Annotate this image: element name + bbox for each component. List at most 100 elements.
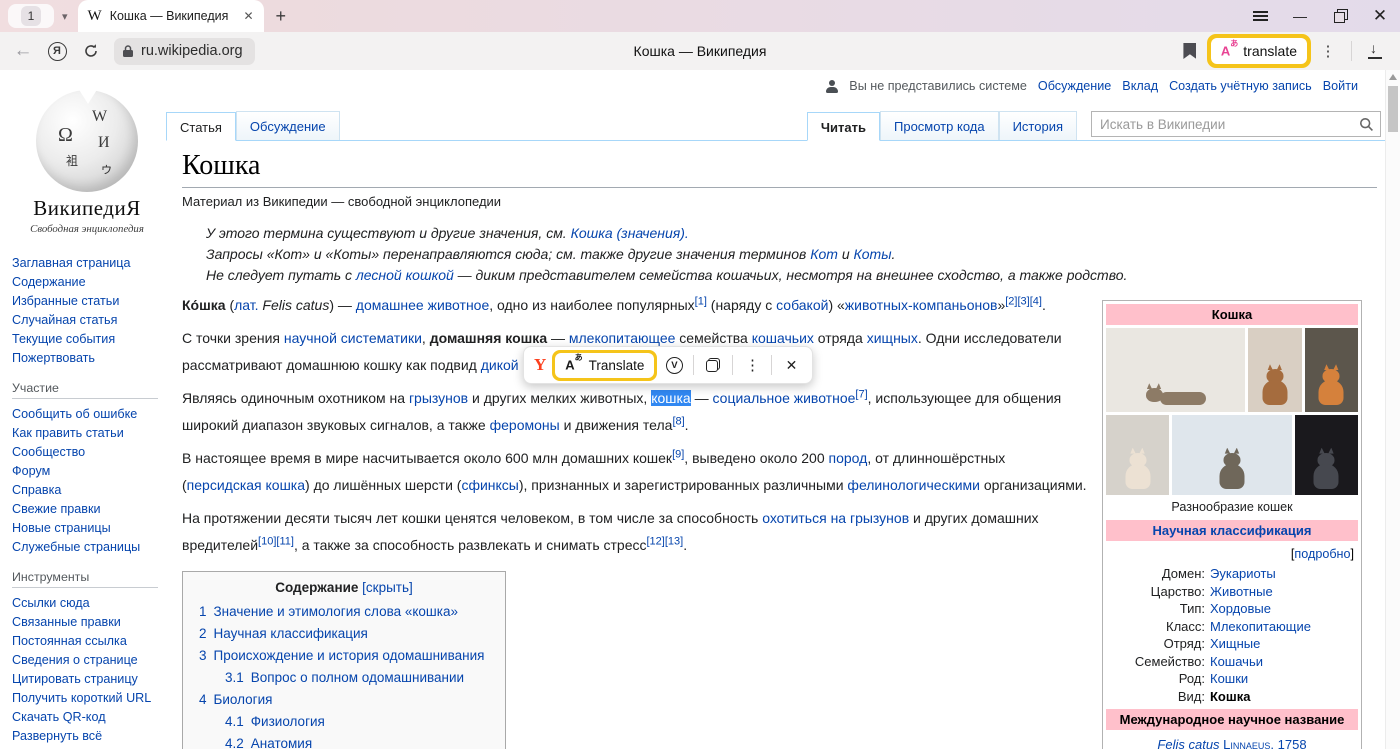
reference-link[interactable]: [1] xyxy=(695,295,707,307)
sidebar-link[interactable]: Избранные статьи xyxy=(12,295,156,308)
classification-link[interactable]: Кошки xyxy=(1210,670,1248,688)
personal-link-talk[interactable]: Обсуждение xyxy=(1038,79,1111,93)
tab-read[interactable]: Читать xyxy=(807,112,880,141)
yandex-browser-icon[interactable]: Я xyxy=(40,36,74,66)
article-link[interactable]: Коты xyxy=(854,246,892,262)
search-icon[interactable] xyxy=(1359,117,1374,132)
toc-item[interactable]: 4.1Физиология xyxy=(199,711,489,733)
article-link[interactable]: фелинологическими xyxy=(847,477,980,493)
sidebar-link[interactable]: Пожертвовать xyxy=(12,352,156,365)
sidebar-link[interactable]: Текущие события xyxy=(12,333,156,346)
article-link[interactable]: социальное животное xyxy=(713,390,856,406)
article-link[interactable]: охотиться на грызунов xyxy=(762,510,909,526)
toolbar-translate-button[interactable]: Aあ translate xyxy=(1211,38,1307,64)
sidebar-link[interactable]: Форум xyxy=(12,465,156,478)
classification-link[interactable]: Хищные xyxy=(1210,635,1260,653)
grey-cat-dark-photo[interactable] xyxy=(1295,415,1358,495)
toolbar-more-dots-icon[interactable]: ⋮ xyxy=(1311,36,1345,66)
article-link[interactable]: кошачьих xyxy=(752,330,814,346)
sidebar-link[interactable]: Сообщить об ошибке xyxy=(12,408,156,421)
download-icon[interactable] xyxy=(1358,36,1392,66)
sidebar-link[interactable]: Новые страницы xyxy=(12,522,156,535)
article-link[interactable]: хищных xyxy=(867,330,918,346)
window-close-button[interactable]: ✕ xyxy=(1360,0,1400,32)
sidebar-link[interactable]: Получить короткий URL xyxy=(12,692,156,705)
reference-link[interactable]: [7] xyxy=(855,388,867,400)
tab-view-source[interactable]: Просмотр кода xyxy=(880,111,999,140)
tabby-cat-snow-photo[interactable] xyxy=(1172,415,1292,495)
classification-header[interactable]: Научная классификация xyxy=(1106,520,1358,541)
article-link[interactable]: сфинксы xyxy=(461,477,518,493)
tab-discussion[interactable]: Обсуждение xyxy=(236,111,340,140)
article-link[interactable]: собакой xyxy=(776,297,828,313)
tabby-cat-lying-photo[interactable] xyxy=(1106,328,1245,412)
bookmark-icon[interactable] xyxy=(1173,36,1207,66)
toc-item[interactable]: 3Происхождение и история одомашнивания xyxy=(199,645,489,667)
article-link[interactable]: . xyxy=(685,225,689,241)
popup-close-icon[interactable]: ✕ xyxy=(778,352,804,378)
copy-icon[interactable] xyxy=(700,352,726,378)
popup-translate-button[interactable]: Aあ Translate xyxy=(555,353,654,378)
article-link[interactable]: лесной кошкой xyxy=(356,267,454,283)
sidebar-link[interactable]: Ссылки сюда xyxy=(12,597,156,610)
sidebar-link[interactable]: Сведения о странице xyxy=(12,654,156,667)
reference-link[interactable]: [8] xyxy=(672,415,684,427)
article-link[interactable]: пород xyxy=(829,450,868,466)
reference-link[interactable]: [10][11] xyxy=(258,535,294,547)
scrollbar-thumb[interactable] xyxy=(1388,86,1398,132)
toc-item[interactable]: 3.1Вопрос о полном одомашнивании xyxy=(199,667,489,689)
sidebar-link[interactable]: Сообщество xyxy=(12,446,156,459)
classification-link[interactable]: Кошачьи xyxy=(1210,653,1263,671)
browser-tab-active[interactable]: W Кошка — Википедия ✕ xyxy=(78,0,264,32)
sidebar-link[interactable]: Содержание xyxy=(12,276,156,289)
sidebar-link[interactable]: Цитировать страницу xyxy=(12,673,156,686)
sidebar-link[interactable]: Свежие правки xyxy=(12,503,156,516)
toc-item[interactable]: 4.2Анатомия xyxy=(199,733,489,749)
sidebar-link[interactable]: Развернуть всё xyxy=(12,730,156,743)
article-link[interactable]: домашнее животное xyxy=(356,297,489,313)
tab-history[interactable]: История xyxy=(999,111,1077,140)
scrollbar-up-arrow[interactable] xyxy=(1389,74,1397,80)
address-bar[interactable]: ru.wikipedia.org xyxy=(114,38,255,65)
personal-link-contribs[interactable]: Вклад xyxy=(1122,79,1158,93)
sidebar-link[interactable]: Случайная статья xyxy=(12,314,156,327)
cream-siamese-cat-photo[interactable] xyxy=(1106,415,1169,495)
new-tab-button[interactable]: + xyxy=(276,6,287,27)
reload-icon[interactable] xyxy=(74,36,108,66)
circle-v-icon[interactable]: V xyxy=(661,352,687,378)
article-link[interactable]: млекопитающее xyxy=(569,330,676,346)
classification-link[interactable]: Млекопитающие xyxy=(1210,618,1311,636)
wikipedia-logo[interactable]: ΩWИ袓ゥ ВикипедиЯ Свободная энциклопедия xyxy=(12,90,162,235)
personal-link-create-account[interactable]: Создать учётную запись xyxy=(1169,79,1312,93)
reference-link[interactable]: [12][13] xyxy=(647,535,684,547)
classification-link[interactable]: Животные xyxy=(1210,583,1273,601)
tab-close-icon[interactable]: ✕ xyxy=(243,9,253,23)
abyssinian-cat-photo[interactable] xyxy=(1248,328,1301,412)
classification-link[interactable]: Хордовые xyxy=(1210,600,1271,618)
toc-item[interactable]: 4Биология xyxy=(199,689,489,711)
tab-article[interactable]: Статья xyxy=(166,112,236,141)
article-link[interactable]: , 1758 xyxy=(1270,737,1306,749)
toc-item[interactable]: 2Научная классификация xyxy=(199,623,489,645)
window-restore-button[interactable] xyxy=(1320,0,1360,32)
browser-menu-icon[interactable] xyxy=(1240,0,1280,32)
sidebar-link[interactable]: Служебные страницы xyxy=(12,541,156,554)
wiki-search-input[interactable] xyxy=(1100,117,1359,132)
sidebar-link[interactable]: Справка xyxy=(12,484,156,497)
article-link[interactable]: Кошка (значения) xyxy=(571,225,685,241)
tab-list-chevron-icon[interactable]: ▾ xyxy=(62,10,68,23)
article-link[interactable]: грызунов xyxy=(409,390,468,406)
sidebar-link[interactable]: Связанные правки xyxy=(12,616,156,629)
article-link[interactable]: Кот xyxy=(810,246,838,262)
detail-link[interactable]: [подробно] xyxy=(1106,544,1358,565)
red-white-cat-photo[interactable] xyxy=(1305,328,1358,412)
back-button[interactable]: ← xyxy=(6,36,40,66)
reference-link[interactable]: [9] xyxy=(672,448,684,460)
popup-more-dots-icon[interactable]: ⋮ xyxy=(739,352,765,378)
sidebar-link[interactable]: Заглавная страница xyxy=(12,257,156,270)
yandex-search-icon[interactable]: Y xyxy=(534,355,546,375)
article-link[interactable]: Linnaeus xyxy=(1223,737,1270,749)
sidebar-link[interactable]: Скачать QR-код xyxy=(12,711,156,724)
sidebar-link[interactable]: Постоянная ссылка xyxy=(12,635,156,648)
tab-counter-button[interactable]: 1 xyxy=(8,4,54,28)
